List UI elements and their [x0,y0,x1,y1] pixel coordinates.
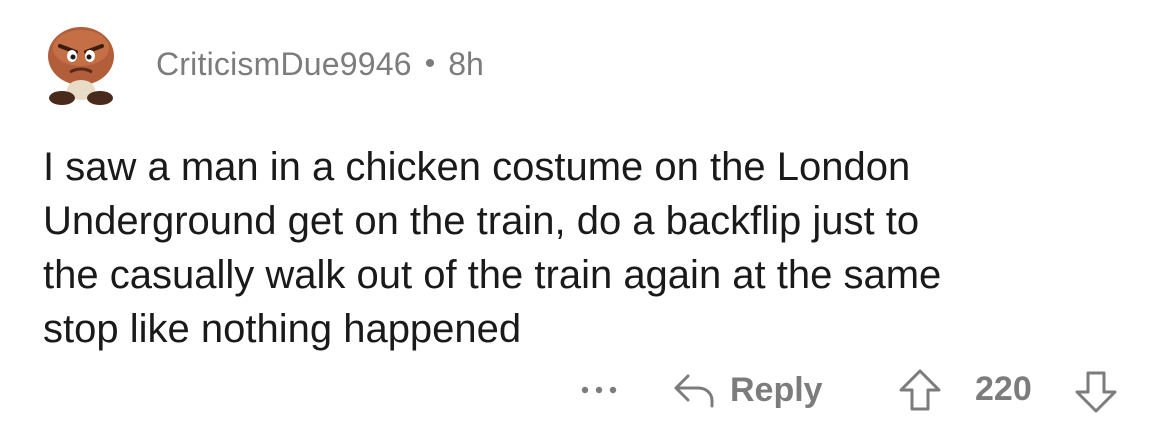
reply-button[interactable]: Reply [672,366,823,414]
more-options-button[interactable] [575,372,623,408]
vote-score: 220 [975,370,1032,408]
reply-arrow-icon [674,374,714,408]
username[interactable]: CriticismDue9946 [156,46,412,83]
more-options-icon [581,386,617,394]
meta-separator: • [424,47,436,80]
comment-actions: Reply 220 [0,362,1170,418]
comment-body: I saw a man in a chicken costume on the … [43,145,942,351]
downvote-arrow-icon[interactable] [1073,370,1119,414]
comment-card: CriticismDue9946 • 8h I saw a man in a c… [0,0,1170,431]
timestamp: 8h [448,45,484,82]
upvote-arrow-icon[interactable] [897,368,943,412]
reply-label: Reply [730,370,823,409]
goomba-avatar-icon[interactable] [40,22,122,106]
comment-header: CriticismDue9946 • 8h [40,22,484,106]
